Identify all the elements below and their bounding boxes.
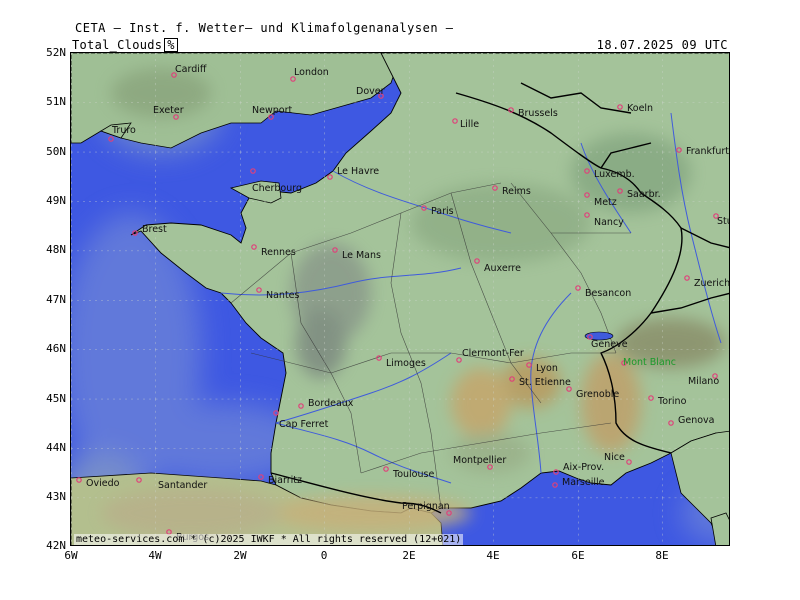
city-label-milano: Milano bbox=[688, 376, 719, 387]
lat-tick-43n: 43N bbox=[46, 490, 66, 503]
parameter-unit: % bbox=[164, 38, 178, 52]
city-dover: Dover bbox=[356, 86, 385, 99]
parameter-label: Total_Clouds % bbox=[72, 38, 178, 52]
city-label-nice: Nice bbox=[604, 452, 625, 463]
city-label-clermont-fer: Clermont-Fer bbox=[462, 348, 524, 359]
parameter-name: Total_Clouds bbox=[72, 38, 163, 52]
city-label-besancon: Besancon bbox=[585, 288, 631, 299]
city-label-rennes: Rennes bbox=[261, 247, 296, 258]
city-label-koeln: Koeln bbox=[627, 103, 653, 114]
city-label-stuttgart: Stuttgart bbox=[717, 216, 730, 227]
city-label-grenoble: Grenoble bbox=[576, 389, 619, 400]
city-label-cardiff: Cardiff bbox=[175, 64, 207, 75]
city-label-auxerre: Auxerre bbox=[484, 263, 521, 274]
lat-tick-52n: 52N bbox=[46, 46, 66, 59]
city-label-reims: Reims bbox=[502, 186, 531, 197]
city-mont-blanc: Mont Blanc bbox=[621, 357, 676, 368]
lat-tick-51n: 51N bbox=[46, 95, 66, 108]
lat-tick-44n: 44N bbox=[46, 441, 66, 454]
city-label-geneve: Geneve bbox=[591, 339, 628, 350]
lat-tick-47n: 47N bbox=[46, 293, 66, 306]
valid-time: 18.07.2025 09 UTC bbox=[596, 38, 728, 52]
city-label-st-etienne: St. Etienne bbox=[519, 377, 571, 388]
city-label-oviedo: Oviedo bbox=[86, 478, 120, 489]
header-title: CETA — Inst. f. Wetter— und Klimafolgena… bbox=[75, 21, 454, 35]
city-label-luxemb: Luxemb. bbox=[594, 169, 635, 180]
city-label-le-mans: Le Mans bbox=[342, 250, 381, 261]
lat-tick-48n: 48N bbox=[46, 243, 66, 256]
lon-tick-8e: 8E bbox=[655, 549, 669, 562]
city-label-truro: Truro bbox=[111, 125, 136, 136]
lon-tick-4w: 4W bbox=[148, 549, 162, 562]
city-label-newport: Newport bbox=[252, 105, 292, 116]
city-label-nantes: Nantes bbox=[266, 290, 300, 301]
city-label-le-havre: Le Havre bbox=[337, 166, 379, 177]
city-label-torino: Torino bbox=[657, 396, 687, 407]
copyright-notice: meteo-services.com * (c)2025 IWKF * All … bbox=[74, 534, 464, 545]
city-label-brest: Brest bbox=[142, 224, 167, 235]
lon-tick-0: 0 bbox=[320, 549, 328, 562]
city-besancon: Besancon bbox=[575, 285, 631, 299]
city-label-biarritz: Biarritz bbox=[268, 475, 302, 486]
cloud-cover-map[interactable]: Cardiff London Dover Exeter Newport Truro Lill… bbox=[71, 53, 730, 546]
city-label-montpellier: Montpellier bbox=[453, 455, 506, 466]
city-label-cap-ferret: Cap Ferret bbox=[279, 419, 329, 430]
city-label-london: London bbox=[294, 67, 329, 78]
city-st-etienne: St. Etienne bbox=[509, 376, 571, 388]
lat-tick-46n: 46N bbox=[46, 342, 66, 355]
city-milano: Milano bbox=[688, 373, 719, 387]
city-label-perpignan: Perpignan bbox=[402, 501, 450, 512]
city-label-cherbourg: Cherbourg bbox=[252, 183, 302, 194]
city-label-frankfurt: Frankfurt bbox=[686, 146, 729, 157]
city-stuttgart: Stuttgart bbox=[713, 213, 730, 227]
lon-tick-6e: 6E bbox=[571, 549, 585, 562]
city-label-mont-blanc: Mont Blanc bbox=[623, 357, 676, 368]
city-label-metz: Metz bbox=[594, 197, 617, 208]
lon-tick-2e: 2E bbox=[402, 549, 416, 562]
city-bordeaux: Bordeaux bbox=[298, 398, 354, 409]
city-label-dover: Dover bbox=[356, 86, 385, 97]
city-label-saarbr: Saarbr. bbox=[627, 189, 661, 200]
city-label-lyon: Lyon bbox=[536, 363, 558, 374]
city-label-brussels: Brussels bbox=[518, 108, 558, 119]
city-label-toulouse: Toulouse bbox=[392, 469, 434, 480]
lon-tick-6w: 6W bbox=[64, 549, 78, 562]
city-label-zuerich: Zuerich bbox=[694, 278, 730, 289]
city-label-genova: Genova bbox=[678, 415, 714, 426]
lon-tick-4e: 4E bbox=[486, 549, 500, 562]
city-label-paris: Paris bbox=[431, 206, 454, 217]
map-frame[interactable]: Cardiff London Dover Exeter Newport Truro Lill… bbox=[70, 52, 730, 546]
city-label-exeter: Exeter bbox=[153, 105, 184, 116]
lon-tick-2w: 2W bbox=[233, 549, 247, 562]
city-label-nancy: Nancy bbox=[594, 217, 624, 228]
city-label-lille: Lille bbox=[460, 119, 479, 130]
lat-tick-49n: 49N bbox=[46, 194, 66, 207]
city-label-limoges: Limoges bbox=[386, 358, 426, 369]
city-label-aix-prov: Aix-Prov. bbox=[563, 462, 604, 473]
lat-tick-45n: 45N bbox=[46, 392, 66, 405]
city-label-bordeaux: Bordeaux bbox=[308, 398, 354, 409]
city-label-marseille: Marseille bbox=[562, 477, 605, 488]
lat-tick-50n: 50N bbox=[46, 145, 66, 158]
city-label-santander: Santander bbox=[158, 480, 207, 491]
